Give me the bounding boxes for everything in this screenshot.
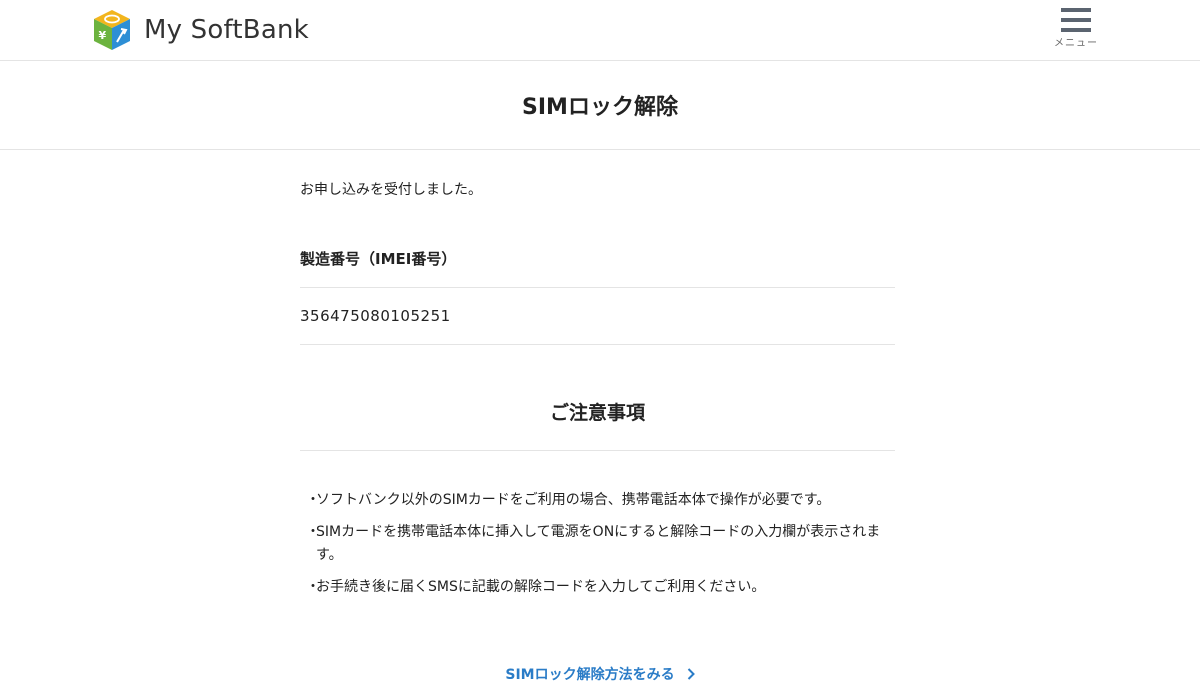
sim-unlock-method-link[interactable]: SIMロック解除方法をみる [505, 664, 695, 684]
menu-button[interactable]: メニュー [1050, 6, 1102, 49]
brand-logo[interactable]: ¥ My SoftBank [92, 8, 309, 52]
link-label: SIMロック解除方法をみる [505, 667, 675, 683]
brand-name: My SoftBank [144, 15, 309, 45]
main-content: お申し込みを受付しました。 製造番号（IMEI番号） 3564750801052… [300, 150, 895, 608]
site-header: ¥ My SoftBank メニュー [0, 0, 1200, 61]
menu-label: メニュー [1054, 38, 1098, 49]
notice-list: ・ ソフトバンク以外のSIMカードをご利用の場合、携帯電話本体で操作が必要です。… [300, 489, 895, 599]
page-title-band: SIMロック解除 [0, 61, 1200, 150]
imei-label: 製造番号（IMEI番号） [300, 248, 895, 288]
bullet: ・ [306, 492, 320, 508]
list-item: ・ お手続き後に届くSMSに記載の解除コードを入力してご利用ください。 [306, 576, 895, 599]
hamburger-menu-icon [1061, 8, 1091, 32]
page-title: SIMロック解除 [522, 95, 678, 120]
notice-title: ご注意事項 [300, 400, 895, 451]
list-item: ・ ソフトバンク以外のSIMカードをご利用の場合、携帯電話本体で操作が必要です。 [306, 489, 895, 512]
list-item: ・ SIMカードを携帯電話本体に挿入して電源をONにすると解除コードの入力欄が表… [306, 521, 895, 567]
softbank-cube-logo-icon: ¥ [94, 10, 130, 50]
svg-text:¥: ¥ [99, 29, 107, 42]
bullet: ・ [306, 579, 320, 595]
notice-text: お手続き後に届くSMSに記載の解除コードを入力してご利用ください。 [316, 579, 766, 595]
imei-value: 356475080105251 [300, 288, 895, 345]
notice-text: ソフトバンク以外のSIMカードをご利用の場合、携帯電話本体で操作が必要です。 [316, 492, 831, 508]
receipt-message: お申し込みを受付しました。 [300, 182, 482, 198]
chevron-right-icon [687, 668, 695, 680]
bullet: ・ [306, 524, 320, 540]
link-row: SIMロック解除方法をみる [0, 664, 1200, 684]
notice-text: SIMカードを携帯電話本体に挿入して電源をONにすると解除コードの入力欄が表示さ… [316, 524, 881, 563]
